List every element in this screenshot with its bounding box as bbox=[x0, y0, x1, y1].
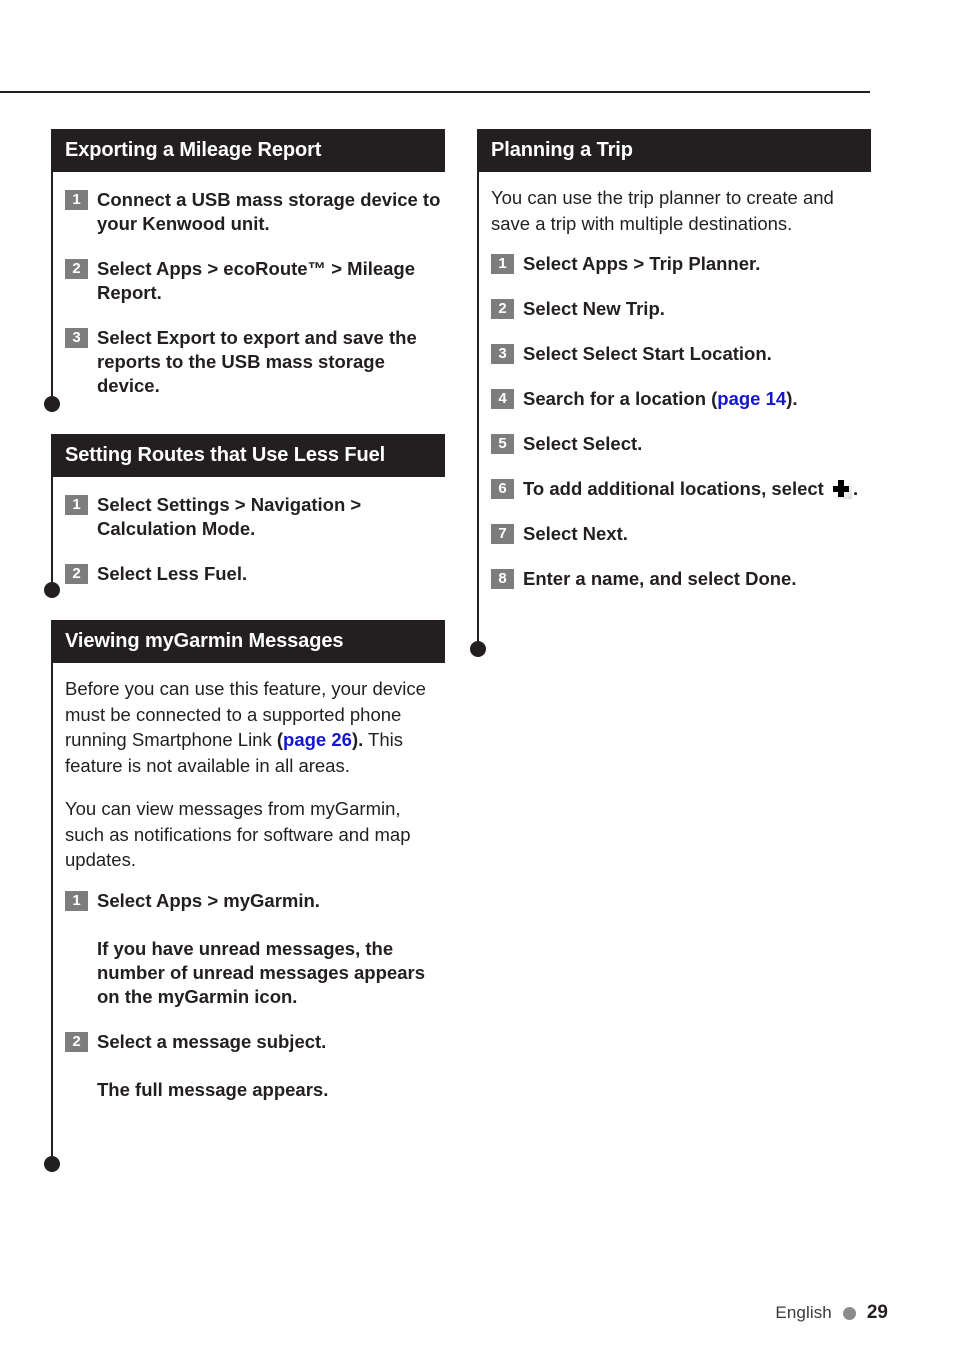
step-number-badge: 7 bbox=[491, 524, 514, 544]
page-reference-link[interactable]: page 14 bbox=[717, 388, 786, 409]
step-note: The full message appears. bbox=[97, 1078, 329, 1100]
paren-close: ). bbox=[351, 729, 364, 750]
step-text: Select a message subject. bbox=[97, 1030, 327, 1052]
step-text: Select New Trip. bbox=[523, 298, 665, 319]
step-item: 4 Search for a location (page 14). bbox=[478, 387, 871, 411]
plus-icon bbox=[829, 478, 852, 499]
page-columns: Exporting a Mileage Report 1 Connect a U… bbox=[0, 0, 954, 1354]
step-text: Select Apps > ecoRoute™ > Mileage Report… bbox=[97, 258, 416, 303]
step-note: If you have unread messages, the number … bbox=[97, 937, 425, 1007]
step-text: Select Select Start Location. bbox=[523, 343, 772, 364]
footer-language-label: English bbox=[775, 1303, 832, 1322]
step-text: Select Less Fuel. bbox=[97, 563, 248, 584]
step-text-after-icon: . bbox=[852, 478, 859, 499]
step-item: 1 Connect a USB mass storage device to y… bbox=[52, 188, 445, 236]
step-number-badge: 2 bbox=[491, 299, 514, 319]
section-viewing-mygarmin-messages: Viewing myGarmin Messages Before you can… bbox=[44, 620, 445, 1172]
step-text: Select Settings > Navigation > Calculati… bbox=[97, 494, 362, 539]
step-text: To add additional locations, select . bbox=[523, 477, 871, 501]
step-number-badge: 2 bbox=[65, 1031, 88, 1052]
step-text: Select Apps > myGarmin. bbox=[97, 889, 320, 911]
step-number-badge: 1 bbox=[65, 190, 88, 210]
page-footer: English 29 bbox=[775, 1302, 888, 1324]
step-number-badge: 3 bbox=[491, 344, 514, 364]
step-text: Select Export to export and save the rep… bbox=[97, 327, 417, 396]
step-list: 1 Select Apps > myGarmin. bbox=[52, 889, 445, 913]
page-number: 29 bbox=[866, 1302, 888, 1323]
step-number-badge: 1 bbox=[491, 254, 514, 274]
step-number-badge: 4 bbox=[491, 389, 514, 409]
step-item: 2 Select Apps > ecoRoute™ > Mileage Repo… bbox=[52, 257, 445, 305]
step-number-badge: 2 bbox=[65, 564, 88, 584]
step-list: 1 Select Settings > Navigation > Calcula… bbox=[52, 493, 445, 586]
step-list: 2 Select a message subject. bbox=[52, 1030, 445, 1054]
section-heading: Setting Routes that Use Less Fuel bbox=[52, 434, 445, 477]
left-column: Exporting a Mileage Report 1 Connect a U… bbox=[44, 129, 445, 1172]
section-heading: Exporting a Mileage Report bbox=[52, 129, 445, 172]
step-number-badge: 1 bbox=[65, 495, 88, 515]
step-item: 2 Select Less Fuel. bbox=[52, 562, 445, 586]
step-number-badge: 3 bbox=[65, 328, 88, 348]
step-item: 2 Select a message subject. bbox=[52, 1030, 445, 1054]
step-item: 3 Select Export to export and save the r… bbox=[52, 326, 445, 398]
step-item: 7 Select Next. bbox=[478, 522, 871, 546]
step-number-badge: 1 bbox=[65, 890, 88, 911]
section-exporting-a-mileage-report: Exporting a Mileage Report 1 Connect a U… bbox=[44, 129, 445, 412]
step-text-before-icon: To add additional locations, select bbox=[523, 478, 829, 499]
section-rail-end-dot bbox=[470, 641, 486, 657]
step-number-badge: 5 bbox=[491, 434, 514, 454]
step-list: 1 Select Apps > Trip Planner. 2 Select N… bbox=[478, 252, 871, 591]
section-planning-a-trip: Planning a Trip You can use the trip pla… bbox=[470, 129, 871, 657]
page-reference-link[interactable]: page 26 bbox=[283, 729, 352, 750]
step-item: 5 Select Select. bbox=[478, 432, 871, 456]
section-heading: Viewing myGarmin Messages bbox=[52, 620, 445, 663]
section-rail-end-dot bbox=[44, 1155, 60, 1172]
step-number-badge: 2 bbox=[65, 259, 88, 279]
section-rail-end-dot bbox=[44, 396, 60, 412]
section-heading: Planning a Trip bbox=[478, 129, 871, 172]
step-text: Select Next. bbox=[523, 523, 628, 544]
step-number-badge: 8 bbox=[491, 569, 514, 589]
step-item: 1 Select Settings > Navigation > Calcula… bbox=[52, 493, 445, 541]
step-item: 8 Enter a name, and select Done. bbox=[478, 567, 871, 591]
section-intro-paragraph-1: Before you can use this feature, your de… bbox=[65, 676, 437, 778]
section-intro-paragraph: You can use the trip planner to create a… bbox=[491, 187, 834, 234]
step-item: 2 Select New Trip. bbox=[478, 297, 871, 321]
step-item: 6 To add additional locations, select . bbox=[478, 477, 871, 501]
section-setting-routes-that-use-less-fuel: Setting Routes that Use Less Fuel 1 Sele… bbox=[44, 434, 445, 598]
step-text: Select Select. bbox=[523, 433, 643, 454]
step-text: Search for a location (page 14). bbox=[523, 387, 871, 411]
step-text: Connect a USB mass storage device to you… bbox=[97, 189, 441, 234]
section-intro-paragraph-2: You can view messages from myGarmin, suc… bbox=[65, 798, 411, 870]
step-item: 3 Select Select Start Location. bbox=[478, 342, 871, 366]
step-text: Select Apps > Trip Planner. bbox=[523, 253, 761, 274]
step-text: Enter a name, and select Done. bbox=[523, 568, 797, 589]
step-text-before-link: Search for a location ( bbox=[523, 388, 718, 409]
footer-separator-dot-icon bbox=[842, 1306, 856, 1320]
step-list: 1 Connect a USB mass storage device to y… bbox=[52, 188, 445, 398]
step-number-badge: 6 bbox=[491, 479, 514, 499]
step-text-after-link: ). bbox=[786, 388, 798, 409]
step-item: 1 Select Apps > Trip Planner. bbox=[478, 252, 871, 276]
right-column: Planning a Trip You can use the trip pla… bbox=[470, 129, 871, 657]
step-item: 1 Select Apps > myGarmin. bbox=[52, 889, 445, 913]
